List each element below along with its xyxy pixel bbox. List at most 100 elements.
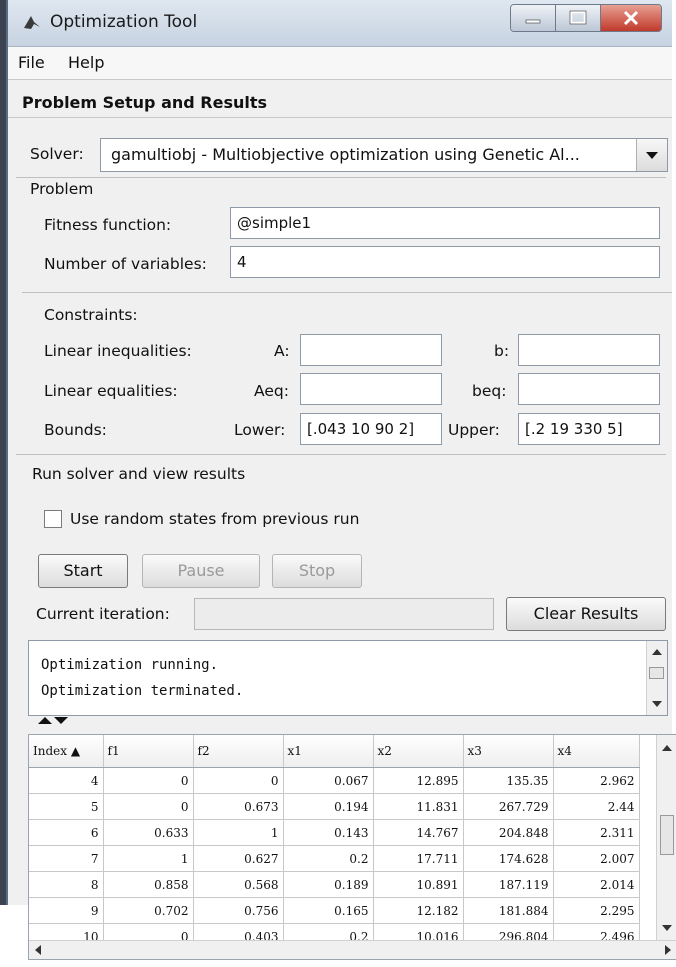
table-cell[interactable]: 0.067 [283, 767, 374, 794]
column-header-index[interactable]: Index ▲ [29, 735, 104, 768]
table-cell[interactable]: 1 [103, 845, 194, 872]
table-cell[interactable]: 0 [103, 767, 194, 794]
table-cell[interactable]: 10.891 [373, 871, 464, 898]
table-cell[interactable]: 5 [29, 793, 104, 820]
table-cell[interactable]: 0 [103, 793, 194, 820]
pause-button[interactable]: Pause [142, 554, 260, 588]
table-cell[interactable]: 181.884 [463, 897, 554, 924]
solver-dropdown[interactable]: gamultiobj - Multiobjective optimization… [100, 138, 668, 172]
table-cell[interactable]: 0.858 [103, 871, 194, 898]
table-cell[interactable]: 11.831 [373, 793, 464, 820]
table-cell[interactable]: 0.633 [103, 819, 194, 846]
console-scrollbar[interactable] [646, 641, 667, 715]
table-cell[interactable]: 12.895 [373, 767, 464, 794]
title-bar[interactable]: Optimization Tool [8, 0, 672, 47]
table-cell[interactable]: 0.756 [193, 897, 284, 924]
table-cell[interactable]: 14.767 [373, 819, 464, 846]
table-cell[interactable]: 8 [29, 871, 104, 898]
beq-input[interactable] [518, 373, 660, 405]
table-cell[interactable]: 0.627 [193, 845, 284, 872]
column-header-x1[interactable]: x1 [283, 735, 374, 768]
fitness-function-label: Fitness function: [44, 216, 172, 234]
console-scroll-thumb[interactable] [649, 667, 664, 679]
table-cell[interactable]: 7 [29, 845, 104, 872]
table-cell[interactable]: 0.189 [283, 871, 374, 898]
lower-bounds-input[interactable]: [.043 10 90 2] [300, 413, 442, 445]
table-cell[interactable]: 2.44 [553, 793, 640, 820]
random-states-checkbox[interactable] [44, 510, 62, 528]
table-cell[interactable]: 2.007 [553, 845, 640, 872]
run-solver-title: Run solver and view results [32, 465, 246, 483]
column-header-x4[interactable]: x4 [553, 735, 640, 768]
close-button[interactable] [601, 5, 661, 31]
table-cell[interactable]: 0.194 [283, 793, 374, 820]
table-scroll-thumb[interactable] [660, 815, 674, 855]
table-cell[interactable]: 187.119 [463, 871, 554, 898]
scroll-left-icon[interactable] [35, 945, 41, 955]
table-cell[interactable]: 2.295 [553, 897, 640, 924]
column-header-f1[interactable]: f1 [103, 735, 194, 768]
table-cell[interactable]: 2.014 [553, 871, 640, 898]
number-of-variables-input[interactable]: 4 [230, 246, 660, 278]
minimize-icon [525, 19, 541, 24]
results-table[interactable]: Index ▲ f1 f2 x1 x2 x3 x4 4 0 0 0.067 12.895… [28, 734, 676, 960]
table-cell[interactable]: 9 [29, 897, 104, 924]
table-cell[interactable]: 0.673 [193, 793, 284, 820]
table-cell[interactable]: 2.311 [553, 819, 640, 846]
aeq-input[interactable] [300, 373, 442, 405]
table-cell[interactable]: 0.568 [193, 871, 284, 898]
column-header-x2[interactable]: x2 [373, 735, 464, 768]
table-cell[interactable]: 135.35 [463, 767, 554, 794]
start-button[interactable]: Start [38, 554, 128, 588]
maximize-button[interactable] [556, 5, 601, 31]
scroll-up-icon[interactable] [662, 745, 672, 751]
clear-results-button[interactable]: Clear Results [506, 597, 666, 631]
table-cell[interactable]: 6 [29, 819, 104, 846]
table-cell[interactable]: 0 [193, 767, 284, 794]
scroll-up-icon[interactable] [652, 649, 662, 655]
table-horizontal-scrollbar[interactable] [29, 940, 676, 959]
table-row[interactable]: 6 0.633 1 0.143 14.767 204.848 2.311 [29, 819, 640, 846]
a-input[interactable] [300, 334, 442, 366]
table-vertical-scrollbar[interactable] [656, 735, 676, 941]
stop-button[interactable]: Stop [272, 554, 362, 588]
table-cell[interactable]: 2.962 [553, 767, 640, 794]
table-cell[interactable]: 17.711 [373, 845, 464, 872]
column-header-f2[interactable]: f2 [193, 735, 284, 768]
table-row[interactable]: 4 0 0 0.067 12.895 135.35 2.962 [29, 767, 640, 794]
b-label: b: [494, 342, 510, 360]
scroll-down-icon[interactable] [652, 701, 662, 707]
upper-bounds-input[interactable]: [.2 19 330 5] [518, 413, 660, 445]
table-cell[interactable]: 267.729 [463, 793, 554, 820]
table-cell[interactable]: 0.165 [283, 897, 374, 924]
table-row[interactable]: 5 0 0.673 0.194 11.831 267.729 2.44 [29, 793, 640, 820]
fitness-function-input[interactable]: @simple1 [230, 207, 660, 239]
constraints-title: Constraints: [44, 306, 138, 324]
minimize-button[interactable] [511, 5, 556, 31]
table-row[interactable]: 8 0.858 0.568 0.189 10.891 187.119 2.014 [29, 871, 640, 898]
table-cell[interactable]: 4 [29, 767, 104, 794]
panel-splitter[interactable] [38, 717, 78, 727]
solver-label: Solver: [30, 145, 84, 163]
maximize-icon [569, 10, 587, 25]
chevron-down-icon[interactable] [636, 139, 667, 171]
table-row[interactable]: 9 0.702 0.756 0.165 12.182 181.884 2.295 [29, 897, 640, 924]
table-cell[interactable]: 0.2 [283, 845, 374, 872]
table-row[interactable]: 7 1 0.627 0.2 17.711 174.628 2.007 [29, 845, 640, 872]
b-input[interactable] [518, 334, 660, 366]
matlab-logo-icon [24, 16, 40, 29]
status-console[interactable]: Optimization running. Optimization termi… [28, 640, 668, 716]
table-cell[interactable]: 204.848 [463, 819, 554, 846]
splitter-up-icon[interactable] [38, 717, 52, 724]
table-cell[interactable]: 0.143 [283, 819, 374, 846]
menu-help[interactable]: Help [68, 53, 104, 72]
scroll-right-icon[interactable] [665, 945, 671, 955]
splitter-down-icon[interactable] [54, 717, 68, 724]
scroll-down-icon[interactable] [662, 925, 672, 931]
menu-file[interactable]: File [18, 53, 45, 72]
table-cell[interactable]: 174.628 [463, 845, 554, 872]
table-cell[interactable]: 0.702 [103, 897, 194, 924]
table-cell[interactable]: 12.182 [373, 897, 464, 924]
table-cell[interactable]: 1 [193, 819, 284, 846]
column-header-x3[interactable]: x3 [463, 735, 554, 768]
